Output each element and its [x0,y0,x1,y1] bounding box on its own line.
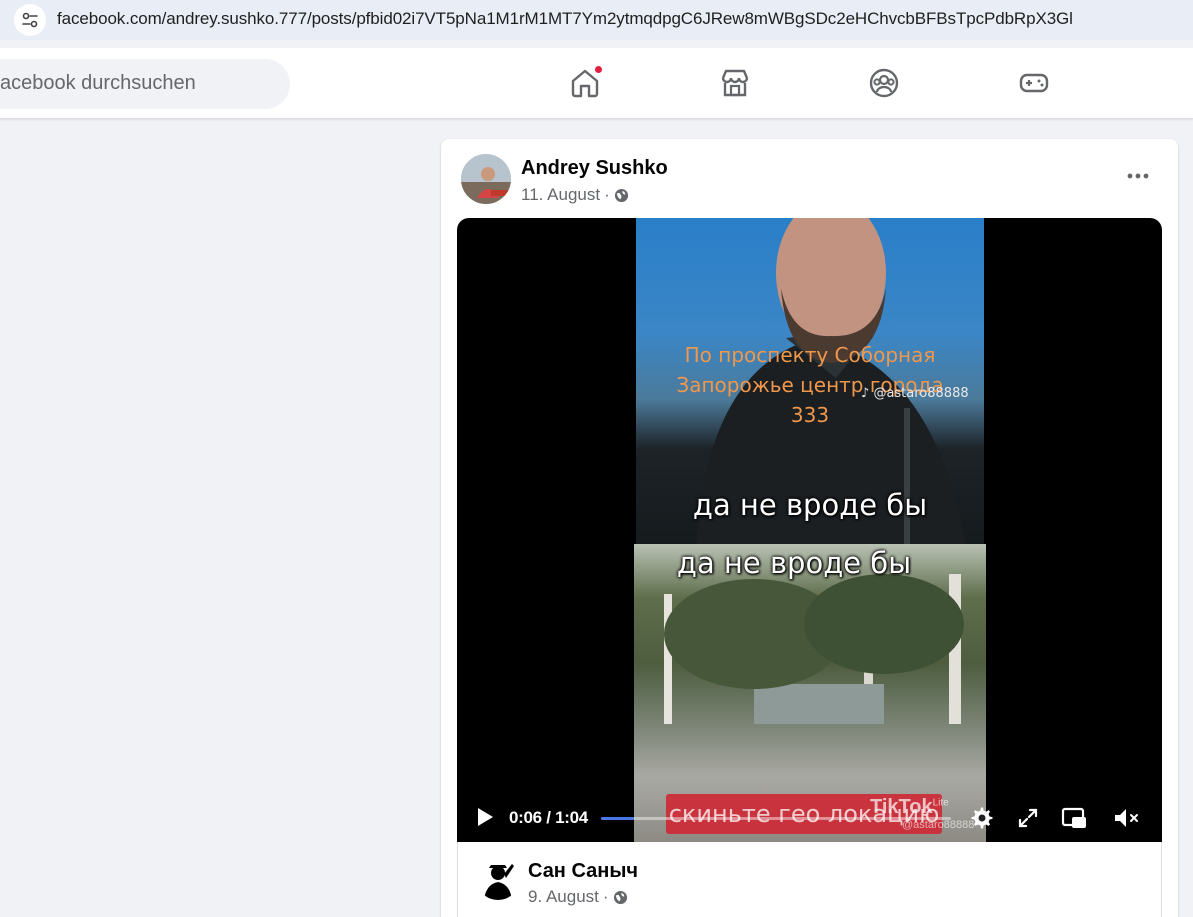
nav-marketplace-button[interactable] [718,66,752,100]
tiktok-small-icon: ♪ [861,386,874,401]
post-card: Andrey Sushko 11. August · По проспекту … [441,139,1178,917]
facebook-top-bar: acebook durchsuchen [0,48,1193,119]
globe-icon [613,890,627,904]
time-current: 0:06 [509,808,542,827]
picture-in-picture-icon [1061,807,1086,828]
author-avatar[interactable] [461,154,511,204]
subtitle-bottom: да не вроде бы [676,546,912,580]
watermark-text: @astaro88888 [873,386,969,401]
comment-author-avatar[interactable] [476,856,520,900]
play-icon [478,808,493,826]
time-total: 1:04 [555,808,588,827]
meta-separator: · [604,185,610,204]
comment-meta: 9. August · [528,887,628,907]
comment-separator: · [602,887,609,906]
nav-groups-button[interactable] [867,66,901,100]
shared-post-footer: Сан Саныч 9. August · [457,842,1162,917]
video-frame-top: По проспекту Соборная Запорожье центр го… [636,218,984,548]
gear-icon [971,807,993,829]
post-date[interactable]: 11. August [521,185,600,205]
volume-muted-icon [1115,809,1138,827]
marketplace-icon [721,69,749,97]
notification-dot [593,64,604,75]
caption-line-1: По проспекту Соборная [684,343,936,367]
url-text[interactable]: facebook.com/andrey.sushko.777/posts/pfb… [57,9,1073,29]
mute-button[interactable] [1112,804,1140,832]
comment-date[interactable]: 9. August [528,887,599,907]
video-watermark: ♪ @astaro88888 [861,386,969,401]
video-timecode: 0:06 / 1:04 [509,808,588,828]
comment-author-name[interactable]: Сан Саныч [528,860,638,883]
subtitle-top: да не вроде бы [692,488,928,522]
groups-icon [869,68,899,98]
globe-icon [614,188,628,202]
video-progress-bar[interactable] [601,817,951,820]
search-input[interactable]: acebook durchsuchen [0,59,290,109]
video-player[interactable]: По проспекту Соборная Запорожье центр го… [457,218,1162,842]
nav-home-button[interactable] [568,64,604,100]
video-controls: 0:06 / 1:04 [457,794,1162,842]
time-separator: / [546,808,551,827]
saluting-soldier-icon [476,856,520,900]
picture-in-picture-button[interactable] [1060,804,1088,832]
tune-icon [22,12,38,28]
author-photo-icon [461,154,511,204]
more-horizontal-icon [1127,173,1149,179]
street-scene-icon [664,574,964,724]
fullscreen-button[interactable] [1014,804,1042,832]
post-meta: 11. August · [521,185,629,205]
search-placeholder: acebook durchsuchen [0,72,196,94]
browser-address-bar: facebook.com/andrey.sushko.777/posts/pfb… [0,0,1193,40]
post-author-name[interactable]: Andrey Sushko [521,157,668,180]
caption-line-3: 333 [790,403,830,427]
play-button[interactable] [475,806,495,833]
gaming-icon [1019,73,1049,93]
nav-gaming-button[interactable] [1017,66,1051,100]
site-info-button[interactable] [14,4,46,36]
expand-icon [1018,808,1038,828]
video-progress-fill [601,817,634,820]
settings-button[interactable] [968,804,996,832]
video-caption: По проспекту Соборная Запорожье центр го… [636,340,984,430]
post-more-button[interactable] [1120,161,1156,191]
